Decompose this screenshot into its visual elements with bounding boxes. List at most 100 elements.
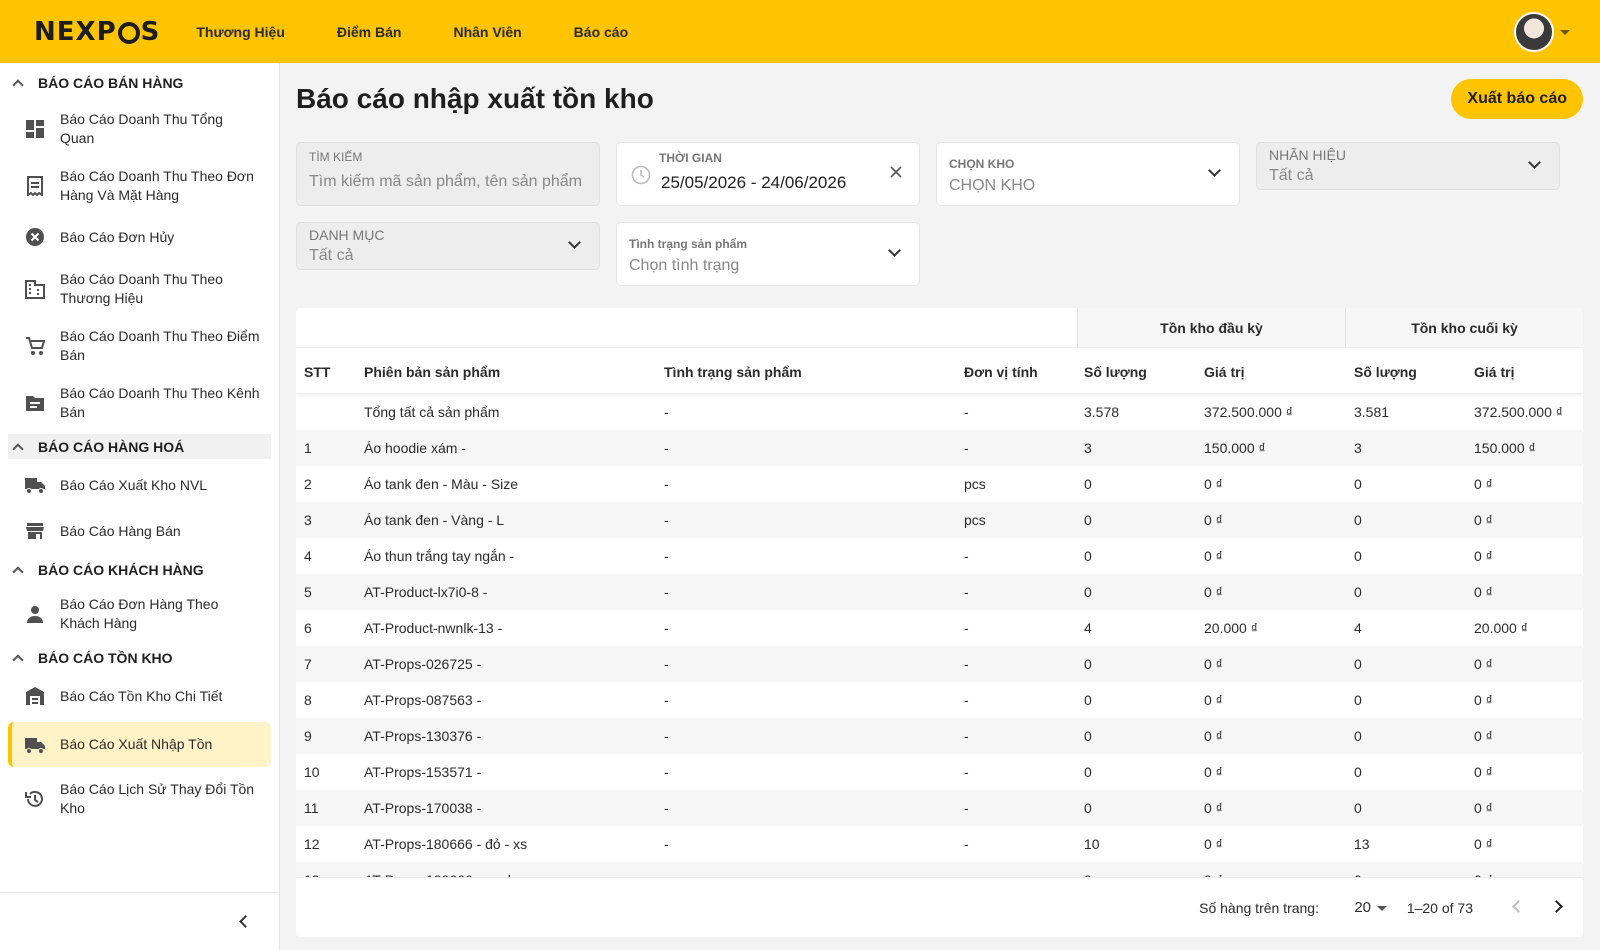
cell-opening-qty: 0 xyxy=(1084,728,1092,744)
nexpos-logo[interactable]: NEXP S xyxy=(34,17,160,47)
cell-closing-qty: 0 xyxy=(1354,584,1362,600)
nav-store[interactable]: Điểm Bán xyxy=(337,24,402,40)
cell-closing-qty: 4 xyxy=(1354,620,1362,636)
rows-per-page-label: Số hàng trên trang: xyxy=(1199,900,1319,916)
table-row[interactable]: 5 AT-Product-lx7i0-8 - - - 0 0 ₫ 0 0 ₫ xyxy=(296,574,1583,610)
cell-stt: 1 xyxy=(304,440,312,456)
cell-status: - xyxy=(664,728,669,744)
table-row[interactable]: 4 Áo thun trắng tay ngắn - - - 0 0 ₫ 0 0 ₫ xyxy=(296,538,1583,574)
table-row[interactable]: 6 AT-Product-nwnlk-13 - - - 4 20.000 ₫ 4 20.000… xyxy=(296,610,1583,646)
nav-reports[interactable]: Báo cáo xyxy=(574,24,628,40)
cell-closing-value: 0 ₫ xyxy=(1474,764,1493,780)
cell-status: - xyxy=(664,656,669,672)
time-range-field[interactable]: THỜI GIAN 25/05/2026 - 24/06/2026 xyxy=(616,142,920,206)
chevron-down-icon[interactable] xyxy=(1377,906,1387,911)
avatar[interactable] xyxy=(1514,12,1554,52)
cell-unit: - xyxy=(964,548,969,564)
product-status-select[interactable]: Tình trạng sản phẩm Chọn tình trạng xyxy=(616,222,920,286)
cell-opening-value: 0 ₫ xyxy=(1204,656,1223,672)
table-row[interactable]: 9 AT-Props-130376 - - - 0 0 ₫ 0 0 ₫ xyxy=(296,718,1583,754)
cell-stt: 2 xyxy=(304,476,312,492)
sidebar-item-import-export-stock[interactable]: Báo Cáo Xuất Nhập Tồn xyxy=(8,722,271,767)
cell-unit: - xyxy=(964,404,969,420)
cell-closing-value: 372.500.000 ₫ xyxy=(1474,404,1563,420)
sidebar-item-inventory-detail[interactable]: Báo Cáo Tồn Kho Chi Tiết xyxy=(8,676,271,716)
search-field[interactable]: TÌM KIẾM Tìm kiếm mã sản phẩm, tên sản p… xyxy=(296,142,600,206)
cell-variant: AT-Props-130376 - xyxy=(364,728,482,744)
sidebar-item-orders-by-customer[interactable]: Báo Cáo Đơn Hàng Theo Khách Hàng xyxy=(8,588,271,639)
cell-closing-value: 0 ₫ xyxy=(1474,656,1493,672)
sidebar-item-goods-sold[interactable]: Báo Cáo Hàng Bán xyxy=(8,511,271,551)
cell-opening-qty: 0 xyxy=(1084,476,1092,492)
table-row[interactable]: 12 AT-Props-180666 - đỏ - xs - - 10 0 ₫ 13 0 ₫ xyxy=(296,826,1583,862)
table-row[interactable]: 10 AT-Props-153571 - - - 0 0 ₫ 0 0 ₫ xyxy=(296,754,1583,790)
cell-variant: Tổng tất cả sản phẩm xyxy=(364,404,500,420)
export-report-button[interactable]: Xuất báo cáo xyxy=(1451,79,1583,119)
sidebar-item-revenue-orders[interactable]: Báo Cáo Doanh Thu Theo Đơn Hàng Và Mặt H… xyxy=(8,160,271,211)
warehouse-icon xyxy=(24,686,46,706)
sidebar-item-material-export[interactable]: Báo Cáo Xuất Kho NVL xyxy=(8,465,271,505)
col-closing-qty[interactable]: Số lượng xyxy=(1354,350,1417,394)
next-page-icon[interactable] xyxy=(1550,900,1563,913)
table-row[interactable]: 1 Áo hoodie xám - - - 3 150.000 ₫ 3 150.000 ₫ xyxy=(296,430,1583,466)
cell-unit: - xyxy=(964,800,969,816)
section-goods-reports[interactable]: BÁO CÁO HÀNG HOÁ xyxy=(8,434,271,459)
category-value: Tất cả xyxy=(309,247,354,264)
cell-opening-qty: 4 xyxy=(1084,620,1092,636)
time-range-value[interactable]: 25/05/2026 - 24/06/2026 xyxy=(661,173,846,193)
category-select[interactable]: DANH MỤC Tất cả xyxy=(296,222,600,270)
warehouse-select[interactable]: CHỌN KHO CHỌN KHO xyxy=(936,142,1240,206)
chevron-down-icon xyxy=(568,236,581,249)
section-sales-reports[interactable]: BÁO CÁO BÁN HÀNG xyxy=(8,70,271,95)
col-variant[interactable]: Phiên bản sản phẩm xyxy=(364,350,500,394)
cell-status: - xyxy=(664,584,669,600)
brand-select[interactable]: NHÃN HIỆU Tất cả xyxy=(1256,142,1560,190)
chevron-up-icon xyxy=(12,78,24,91)
col-closing-value[interactable]: Giá trị xyxy=(1474,350,1514,394)
nav-staff[interactable]: Nhân Viên xyxy=(453,24,521,40)
rows-per-page-select[interactable]: 20 xyxy=(1354,899,1371,916)
cell-variant: Áo hoodie xám - xyxy=(364,440,466,456)
user-menu[interactable] xyxy=(1514,12,1570,52)
col-unit[interactable]: Đơn vị tính xyxy=(964,350,1038,394)
clear-icon[interactable] xyxy=(889,165,903,184)
cell-stt: 10 xyxy=(304,764,320,780)
table-row[interactable]: 11 AT-Props-170038 - - - 0 0 ₫ 0 0 ₫ xyxy=(296,790,1583,826)
cell-status: - xyxy=(664,404,669,420)
col-opening-qty[interactable]: Số lượng xyxy=(1084,350,1147,394)
cell-opening-qty: 0 xyxy=(1084,548,1092,564)
table-row[interactable]: Tổng tất cả sản phẩm - - 3.578 372.500.000 ₫… xyxy=(296,394,1583,430)
table-row[interactable]: 3 Áo tank đen - Vàng - L - pcs 0 0 ₫ 0 0 ₫ xyxy=(296,502,1583,538)
group-closing-stock: Tồn kho cuối kỳ xyxy=(1345,308,1583,347)
sidebar-item-label: Báo Cáo Xuất Nhập Tồn xyxy=(60,736,213,752)
table-row[interactable]: 13 AT-Props-180666 - xanh - xs - - 0 0 ₫ 0 0 ₫ xyxy=(296,862,1583,877)
previous-page-icon[interactable] xyxy=(1512,900,1525,913)
cell-closing-value: 0 ₫ xyxy=(1474,476,1493,492)
cell-opening-value: 0 ₫ xyxy=(1204,764,1223,780)
col-status[interactable]: Tình trạng sản phẩm xyxy=(664,350,802,394)
sidebar-item-revenue-overview[interactable]: Báo Cáo Doanh Thu Tổng Quan xyxy=(8,103,271,154)
sidebar-item-revenue-brand[interactable]: Báo Cáo Doanh Thu Theo Thương Hiệu xyxy=(8,263,271,314)
section-customer-reports[interactable]: BÁO CÁO KHÁCH HÀNG xyxy=(8,557,271,582)
search-input[interactable]: Tìm kiếm mã sản phẩm, tên sản phẩm xyxy=(309,173,589,191)
sidebar-item-inventory-history[interactable]: Báo Cáo Lịch Sử Thay Đổi Tồn Kho xyxy=(8,773,271,824)
col-opening-value[interactable]: Giá trị xyxy=(1204,350,1244,394)
table-row[interactable]: 2 Áo tank đen - Màu - Size - pcs 0 0 ₫ 0 0 ₫ xyxy=(296,466,1583,502)
nav-brand[interactable]: Thương Hiệu xyxy=(196,24,285,40)
clock-icon xyxy=(631,165,651,190)
table-row[interactable]: 7 AT-Props-026725 - - - 0 0 ₫ 0 0 ₫ xyxy=(296,646,1583,682)
col-stt[interactable]: STT xyxy=(304,350,330,394)
cell-status: - xyxy=(664,512,669,528)
table-row[interactable]: 8 AT-Props-087563 - - - 0 0 ₫ 0 0 ₫ xyxy=(296,682,1583,718)
sidebar-item-revenue-channel[interactable]: Báo Cáo Doanh Thu Theo Kênh Bán xyxy=(8,377,271,428)
section-inventory-reports[interactable]: BÁO CÁO TỒN KHO xyxy=(8,645,271,670)
cell-stt: 5 xyxy=(304,584,312,600)
sidebar-collapse-bar xyxy=(0,892,280,950)
sidebar-item-revenue-store[interactable]: Báo Cáo Doanh Thu Theo Điểm Bán xyxy=(8,320,271,371)
sidebar-item-label: Báo Cáo Tồn Kho Chi Tiết xyxy=(60,687,223,704)
chevron-left-icon[interactable] xyxy=(239,915,252,928)
sidebar-item-cancelled[interactable]: Báo Cáo Đơn Hủy xyxy=(8,217,271,257)
cell-closing-qty: 0 xyxy=(1354,512,1362,528)
building-icon xyxy=(24,279,46,299)
cell-closing-qty: 0 xyxy=(1354,800,1362,816)
